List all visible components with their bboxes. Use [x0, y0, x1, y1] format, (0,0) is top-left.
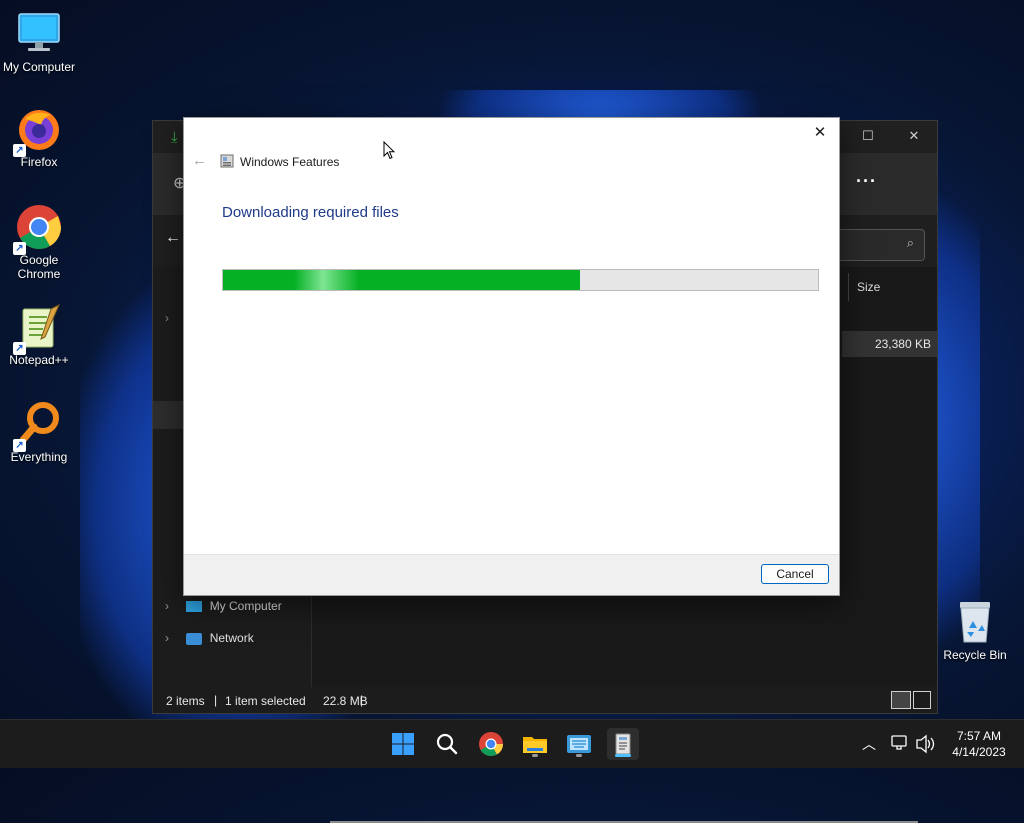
back-arrow-icon[interactable]: ←: [192, 152, 207, 169]
status-item-count: 2 items: [166, 694, 205, 708]
clock-date: 4/14/2023: [952, 745, 1006, 759]
taskbar-windows-features-button[interactable]: [607, 728, 639, 760]
taskbar-file-explorer-button[interactable]: [519, 728, 551, 760]
chrome-icon: [479, 732, 503, 757]
desktop-icon-notepadpp[interactable]: ↗ Notepad++: [0, 303, 78, 367]
column-header-size[interactable]: Size: [848, 273, 927, 301]
nav-item-my-computer[interactable]: › My Computer: [165, 596, 282, 616]
clock[interactable]: 7:57 AM 4/14/2023: [944, 720, 1014, 768]
dialog-title: Windows Features: [240, 155, 340, 169]
shortcut-arrow-icon: ↗: [13, 242, 26, 255]
monitor-icon: [15, 10, 63, 58]
start-icon: [392, 733, 414, 755]
network-icon: [891, 735, 907, 750]
desktop-icon-label: Firefox: [20, 155, 58, 169]
chevron-right-icon: ›: [165, 631, 169, 645]
start-button[interactable]: [387, 728, 419, 760]
show-hidden-icons-button[interactable]: ︿: [858, 720, 880, 768]
chevron-right-icon: ›: [165, 599, 169, 613]
close-icon: ✕: [908, 128, 920, 143]
taskbar-search-button[interactable]: [431, 728, 463, 760]
desktop-icon-chrome[interactable]: ↗ Google Chrome: [0, 203, 78, 281]
taskbar-chrome-button[interactable]: [475, 728, 507, 760]
nav-item-network[interactable]: › Network: [165, 628, 254, 648]
desktop-icon-label: Recycle Bin: [943, 648, 1007, 662]
recycle-bin-icon: [951, 598, 999, 646]
desktop-icon-everything[interactable]: ↗ Everything: [0, 400, 78, 464]
close-button[interactable]: ✕: [809, 122, 831, 144]
nav-item-label: My Computer: [209, 599, 282, 613]
taskbar: ︿ 7:57 AM 4/14/2023: [0, 719, 1024, 768]
search-icon: ⌕: [906, 235, 914, 250]
taskbar-keyboard-app-button[interactable]: [563, 728, 595, 760]
close-icon: ✕: [813, 124, 827, 141]
desktop-icon-my-computer[interactable]: My Computer: [0, 10, 78, 74]
magnifier-icon: ↗: [13, 400, 63, 452]
chevron-right-icon: ›: [165, 311, 169, 325]
network-status-button[interactable]: [890, 720, 910, 768]
shortcut-arrow-icon: ↗: [13, 439, 26, 452]
shortcut-arrow-icon: ↗: [13, 144, 26, 157]
desktop-icon-recycle-bin[interactable]: Recycle Bin: [936, 598, 1014, 662]
cancel-button[interactable]: Cancel: [761, 564, 829, 584]
status-divider: |: [214, 693, 218, 707]
chrome-icon: ↗: [13, 203, 63, 255]
progress-fill: [223, 270, 580, 290]
download-icon: ⤓: [171, 129, 178, 146]
more-options-icon[interactable]: ···: [856, 171, 877, 192]
notepadpp-icon: ↗: [13, 303, 63, 355]
windows-features-icon: [220, 154, 234, 168]
table-row[interactable]: 23,380 KB: [842, 331, 937, 357]
running-indicator: [576, 754, 582, 757]
network-icon: [186, 632, 203, 645]
firefox-icon: ↗: [13, 105, 63, 157]
tiles-view-button[interactable]: [913, 691, 931, 709]
back-arrow-icon[interactable]: ←: [165, 229, 181, 247]
explorer-status-bar: 2 items | 1 item selected 22.8 MB |: [153, 687, 937, 713]
nav-selected-highlight: [153, 401, 183, 429]
mouse-cursor: [383, 140, 396, 163]
file-size-value: 23,380 KB: [874, 337, 931, 351]
nav-item-label: Network: [209, 631, 254, 645]
desktop-icon-label: Google Chrome: [17, 253, 61, 281]
download-progress-bar: [222, 269, 819, 291]
desktop-icon-firefox[interactable]: ↗ Firefox: [0, 105, 78, 169]
dialog-heading: Downloading required files: [222, 204, 399, 221]
desktop-icon-label: Notepad++: [9, 353, 69, 367]
volume-button[interactable]: [914, 720, 936, 768]
close-button[interactable]: ✕: [891, 121, 937, 153]
column-header-label: Size: [857, 280, 881, 294]
search-icon: [436, 733, 458, 755]
clock-time: 7:57 AM: [956, 729, 1002, 743]
maximize-icon: ☐: [862, 128, 874, 143]
windows-features-dialog: ← Windows Features ✕ Downloading require…: [183, 117, 840, 596]
shortcut-arrow-icon: ↗: [13, 342, 26, 355]
monitor-icon: [186, 601, 203, 613]
status-divider: |: [360, 693, 364, 707]
desktop-icon-label: My Computer: [2, 60, 76, 74]
status-selected: 1 item selected: [225, 694, 306, 708]
maximize-button[interactable]: ☐: [845, 121, 891, 153]
dialog-footer: Cancel: [184, 554, 839, 595]
details-view-button[interactable]: [891, 691, 911, 709]
speaker-icon: [916, 734, 935, 754]
running-indicator: [532, 754, 538, 757]
active-indicator: [615, 754, 631, 757]
desktop-icon-label: Everything: [10, 450, 68, 464]
chevron-up-icon: ︿: [862, 736, 876, 752]
